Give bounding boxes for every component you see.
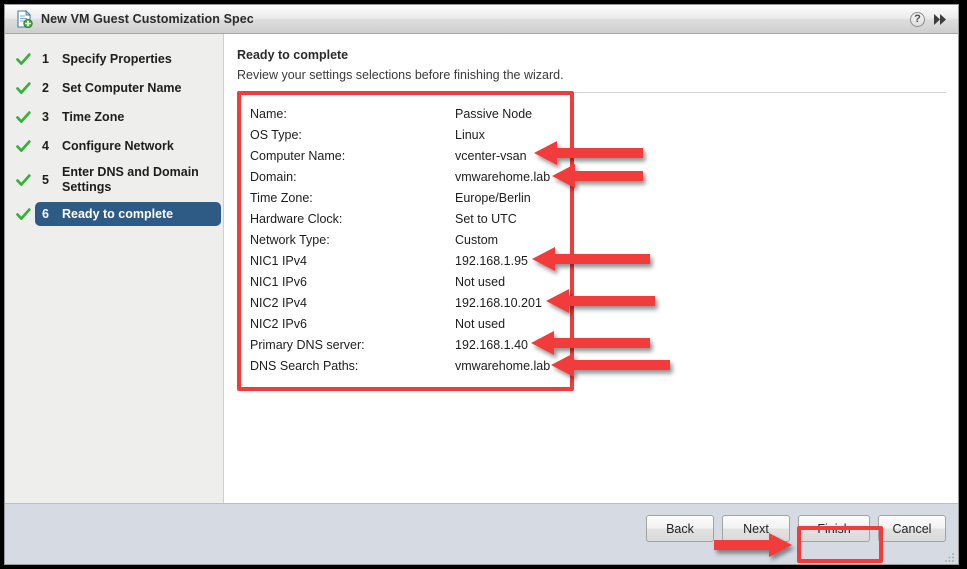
row-label: Name: — [250, 106, 287, 121]
next-button[interactable]: Next — [722, 515, 790, 542]
row-label: Primary DNS server: — [250, 337, 365, 352]
row-label: Domain: — [250, 169, 297, 184]
title-bar-buttons: ? — [910, 11, 958, 27]
table-row: DNS Search Paths: vmwarehome.lab — [250, 355, 572, 376]
page-title: Ready to complete — [237, 48, 349, 62]
dialog-title-bar: New VM Guest Customization Spec ? — [5, 5, 958, 34]
table-row: Domain: vmwarehome.lab — [250, 166, 572, 187]
row-value: Set to UTC — [455, 211, 517, 226]
table-row: Name: Passive Node — [250, 103, 572, 124]
sidebar-item-label: Time Zone — [62, 109, 125, 124]
sidebar-item-pill: 3 Time Zone — [35, 105, 221, 129]
sidebar-item-pill: 2 Set Computer Name — [35, 76, 221, 100]
row-label: DNS Search Paths: — [250, 358, 359, 373]
table-row: Computer Name: vcenter-vsan — [250, 145, 572, 166]
sidebar-item-label: Enter DNS and Domain Settings — [62, 165, 199, 194]
sidebar-item-time-zone[interactable]: 3 Time Zone — [7, 104, 221, 130]
check-icon — [15, 52, 32, 66]
sidebar-item-number: 1 — [42, 52, 49, 66]
row-value: vmwarehome.lab — [455, 169, 551, 184]
row-label: OS Type: — [250, 127, 302, 142]
row-value: vmwarehome.lab — [455, 358, 551, 373]
dialog-button-bar: Back Next Finish Cancel — [646, 515, 946, 542]
back-button[interactable]: Back — [646, 515, 714, 542]
sidebar-item-number: 4 — [42, 139, 49, 153]
sidebar-item-number: 6 — [42, 207, 49, 221]
table-row: Network Type: Custom — [250, 229, 572, 250]
row-label: NIC2 IPv4 — [250, 295, 307, 310]
sidebar-item-label: Specify Properties — [62, 51, 172, 66]
table-row: Time Zone: Europe/Berlin — [250, 187, 572, 208]
cancel-button[interactable]: Cancel — [878, 515, 946, 542]
sidebar-item-number: 5 — [42, 173, 49, 187]
wizard-step-sidebar: 1 Specify Properties 2 Set Computer Name — [5, 34, 224, 504]
row-value: Europe/Berlin — [455, 190, 531, 205]
row-value: Custom — [455, 232, 499, 247]
row-label: Network Type: — [250, 232, 330, 247]
table-row: NIC1 IPv4 192.168.1.95 — [250, 250, 572, 271]
row-label: NIC1 IPv6 — [250, 274, 307, 289]
resize-grip-icon[interactable] — [944, 550, 955, 562]
row-value: 192.168.10.201 — [455, 295, 542, 310]
check-icon — [15, 173, 32, 187]
row-label: Time Zone: — [250, 190, 313, 205]
sidebar-item-specify-properties[interactable]: 1 Specify Properties — [7, 46, 221, 72]
row-label: Computer Name: — [250, 148, 346, 163]
row-value: Not used — [455, 274, 506, 289]
sidebar-item-label: Ready to complete — [62, 206, 174, 221]
table-row: Hardware Clock: Set to UTC — [250, 208, 572, 229]
sidebar-item-pill: 6 Ready to complete — [35, 202, 221, 226]
sidebar-item-ready-to-complete[interactable]: 6 Ready to complete — [7, 201, 221, 227]
check-icon — [15, 110, 32, 124]
row-value: vcenter-vsan — [455, 148, 527, 163]
row-label: Hardware Clock: — [250, 211, 343, 226]
page-subtitle: Review your settings selections before f… — [237, 68, 564, 82]
help-icon[interactable]: ? — [910, 11, 925, 27]
sidebar-item-set-computer-name[interactable]: 2 Set Computer Name — [7, 75, 221, 101]
sidebar-item-label: Configure Network — [62, 138, 174, 153]
row-value: 192.168.1.40 — [455, 337, 528, 352]
row-value: Not used — [455, 316, 506, 331]
table-row: NIC1 IPv6 Not used — [250, 271, 572, 292]
sidebar-item-label: Set Computer Name — [62, 80, 182, 95]
sidebar-item-number: 3 — [42, 110, 49, 124]
row-value: Passive Node — [455, 106, 533, 121]
row-label: NIC1 IPv4 — [250, 253, 307, 268]
finish-button[interactable]: Finish — [798, 515, 870, 542]
screenshot-root: New VM Guest Customization Spec ? 1 Spec… — [0, 0, 967, 569]
table-row: NIC2 IPv4 192.168.10.201 — [250, 292, 572, 313]
row-value: Linux — [455, 127, 485, 142]
double-chevron-right-icon[interactable] — [932, 13, 948, 26]
table-row: NIC2 IPv6 Not used — [250, 313, 572, 334]
sidebar-item-number: 2 — [42, 81, 49, 95]
sidebar-item-configure-network[interactable]: 4 Configure Network — [7, 133, 221, 159]
table-row: Primary DNS server: 192.168.1.40 — [250, 334, 572, 355]
dialog-footer: Back Next Finish Cancel — [5, 503, 958, 564]
dialog-title: New VM Guest Customization Spec — [41, 12, 254, 26]
row-label: NIC2 IPv6 — [250, 316, 307, 331]
new-vm-guest-customization-spec-dialog: New VM Guest Customization Spec ? 1 Spec… — [4, 4, 959, 565]
sidebar-item-pill: 5 Enter DNS and Domain Settings — [35, 162, 221, 198]
table-row: OS Type: Linux — [250, 124, 572, 145]
check-icon — [15, 207, 32, 221]
row-value: 192.168.1.95 — [455, 253, 528, 268]
sidebar-item-pill: 4 Configure Network — [35, 134, 221, 158]
sidebar-item-pill: 1 Specify Properties — [35, 47, 221, 71]
check-icon — [15, 81, 32, 95]
header-divider — [237, 92, 946, 93]
sidebar-item-enter-dns-and-domain-settings[interactable]: 5 Enter DNS and Domain Settings — [7, 162, 221, 198]
new-document-icon — [15, 9, 33, 29]
check-icon — [15, 139, 32, 153]
summary-settings-table: Name: Passive Node OS Type: Linux Comput… — [250, 103, 572, 376]
